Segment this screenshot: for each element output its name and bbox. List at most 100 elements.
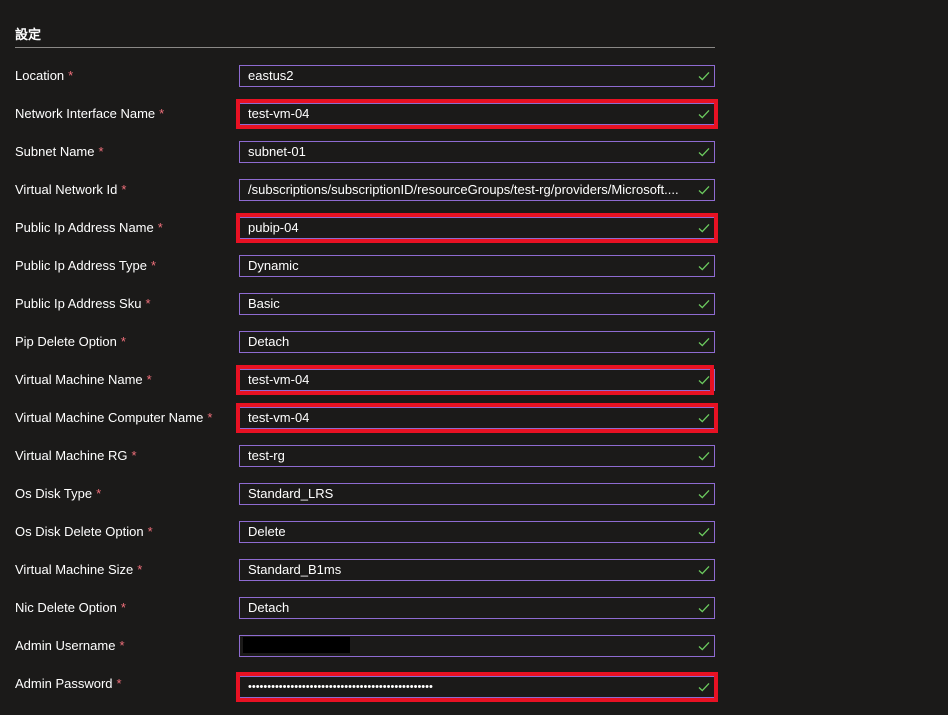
public-ip-address-sku-input[interactable]: Basic (239, 293, 715, 315)
checkmark-icon (698, 489, 710, 499)
form-row-admin-username: Admin Username * (0, 635, 948, 673)
field-label: Virtual Machine RG * (15, 448, 137, 463)
pip-delete-option-input[interactable]: Detach (239, 331, 715, 353)
form-row-public-ip-address-name: Public Ip Address Name * pubip-04 (0, 217, 948, 255)
field-label: Admin Password * (15, 676, 122, 691)
checkmark-icon (698, 185, 710, 195)
field-label: Public Ip Address Sku * (15, 296, 151, 311)
field-label: Public Ip Address Type * (15, 258, 157, 273)
field-label: Virtual Machine Size * (15, 562, 143, 577)
field-label: Os Disk Type * (15, 486, 102, 501)
checkmark-icon (698, 261, 710, 271)
field-label: Virtual Network Id * (15, 182, 127, 197)
location-input[interactable]: eastus2 (239, 65, 715, 87)
field-label: Public Ip Address Name * (15, 220, 163, 235)
public-ip-address-name-input[interactable]: pubip-04 (239, 217, 715, 239)
admin-password-input[interactable]: ••••••••••••••••••••••••••••••••••••••••… (239, 676, 715, 698)
os-disk-type-input[interactable]: Standard_LRS (239, 483, 715, 505)
field-value: eastus2 (248, 68, 294, 83)
form-row-network-interface-name: Network Interface Name * test-vm-04 (0, 103, 948, 141)
os-disk-delete-option-input[interactable]: Delete (239, 521, 715, 543)
form-row-virtual-network-id: Virtual Network Id * /subscriptions/subsc… (0, 179, 948, 217)
form-row-subnet-name: Subnet Name * subnet-01 (0, 141, 948, 179)
virtual-machine-computer-name-input[interactable]: test-vm-04 (239, 407, 715, 429)
checkmark-icon (698, 527, 710, 537)
form-row-admin-password: Admin Password * ••••••••••••••••••••••••… (0, 673, 948, 711)
checkmark-icon (698, 109, 710, 119)
checkmark-icon (698, 299, 710, 309)
field-value: pubip-04 (248, 220, 299, 235)
form-row-virtual-machine-name: Virtual Machine Name * test-vm-04 (0, 369, 948, 407)
required-marker: * (137, 562, 143, 577)
field-value: subnet-01 (248, 144, 306, 159)
required-marker: * (96, 486, 102, 501)
checkmark-icon (698, 682, 710, 692)
checkmark-icon (698, 147, 710, 157)
section-header: 設定 (15, 26, 715, 48)
field-value: Standard_B1ms (248, 562, 342, 577)
checkmark-icon (698, 223, 710, 233)
field-value: /subscriptions/subscriptionID/resourceGr… (248, 182, 679, 197)
virtual-machine-name-input[interactable]: test-vm-04 (239, 369, 715, 391)
required-marker: * (159, 106, 165, 121)
field-value: test-vm-04 (248, 410, 310, 425)
checkmark-icon (698, 337, 710, 347)
public-ip-address-type-input[interactable]: Dynamic (239, 255, 715, 277)
required-marker: * (207, 410, 213, 425)
checkmark-icon (698, 603, 710, 613)
field-label: Admin Username * (15, 638, 125, 653)
field-value: Basic (248, 296, 280, 311)
field-label: Subnet Name * (15, 144, 104, 159)
field-value: Delete (248, 524, 286, 539)
section-title: 設定 (15, 27, 42, 42)
form-row-virtual-machine-computer-name: Virtual Machine Computer Name * test-vm-0… (0, 407, 948, 445)
form-row-public-ip-address-sku: Public Ip Address Sku * Basic (0, 293, 948, 331)
form-row-os-disk-type: Os Disk Type * Standard_LRS (0, 483, 948, 521)
nic-delete-option-input[interactable]: Detach (239, 597, 715, 619)
required-marker: * (68, 68, 74, 83)
required-marker: * (147, 524, 153, 539)
admin-username-input[interactable] (239, 635, 715, 657)
virtual-network-id-input[interactable]: /subscriptions/subscriptionID/resourceGr… (239, 179, 715, 201)
settings-page: 設定 Location * eastus2 Network Interface N… (0, 0, 948, 715)
form-row-virtual-machine-rg: Virtual Machine RG * test-rg (0, 445, 948, 483)
required-marker: * (119, 638, 125, 653)
virtual-machine-rg-input[interactable]: test-rg (239, 445, 715, 467)
form-row-nic-delete-option: Nic Delete Option * Detach (0, 597, 948, 635)
form-row-os-disk-delete-option: Os Disk Delete Option * Delete (0, 521, 948, 559)
required-marker: * (151, 258, 157, 273)
form-row-pip-delete-option: Pip Delete Option * Detach (0, 331, 948, 369)
field-label: Virtual Machine Name * (15, 372, 152, 387)
field-value: test-rg (248, 448, 285, 463)
required-marker: * (98, 144, 104, 159)
form-row-location: Location * eastus2 (0, 65, 948, 103)
checkmark-icon (698, 413, 710, 423)
field-value: ••••••••••••••••••••••••••••••••••••••••… (248, 681, 433, 693)
field-label: Pip Delete Option * (15, 334, 126, 349)
virtual-machine-size-input[interactable]: Standard_B1ms (239, 559, 715, 581)
required-marker: * (157, 220, 163, 235)
required-marker: * (120, 600, 126, 615)
required-marker: * (145, 296, 151, 311)
checkmark-icon (698, 375, 710, 385)
checkmark-icon (698, 565, 710, 575)
field-value (248, 636, 690, 656)
required-marker: * (131, 448, 137, 463)
field-value: Detach (248, 334, 290, 349)
checkmark-icon (698, 641, 710, 651)
form-row-virtual-machine-size: Virtual Machine Size * Standard_B1ms (0, 559, 948, 597)
required-marker: * (146, 372, 152, 387)
required-marker: * (121, 182, 127, 197)
field-label: Network Interface Name * (15, 106, 165, 121)
field-value: Dynamic (248, 258, 299, 273)
checkmark-icon (698, 71, 710, 81)
field-label: Location * (15, 68, 74, 83)
field-value: test-vm-04 (248, 372, 310, 387)
form-row-public-ip-address-type: Public Ip Address Type * Dynamic (0, 255, 948, 293)
subnet-name-input[interactable]: subnet-01 (239, 141, 715, 163)
field-label: Nic Delete Option * (15, 600, 126, 615)
required-marker: * (120, 334, 126, 349)
field-value: Detach (248, 600, 290, 615)
field-label: Os Disk Delete Option * (15, 524, 153, 539)
network-interface-name-input[interactable]: test-vm-04 (239, 103, 715, 125)
